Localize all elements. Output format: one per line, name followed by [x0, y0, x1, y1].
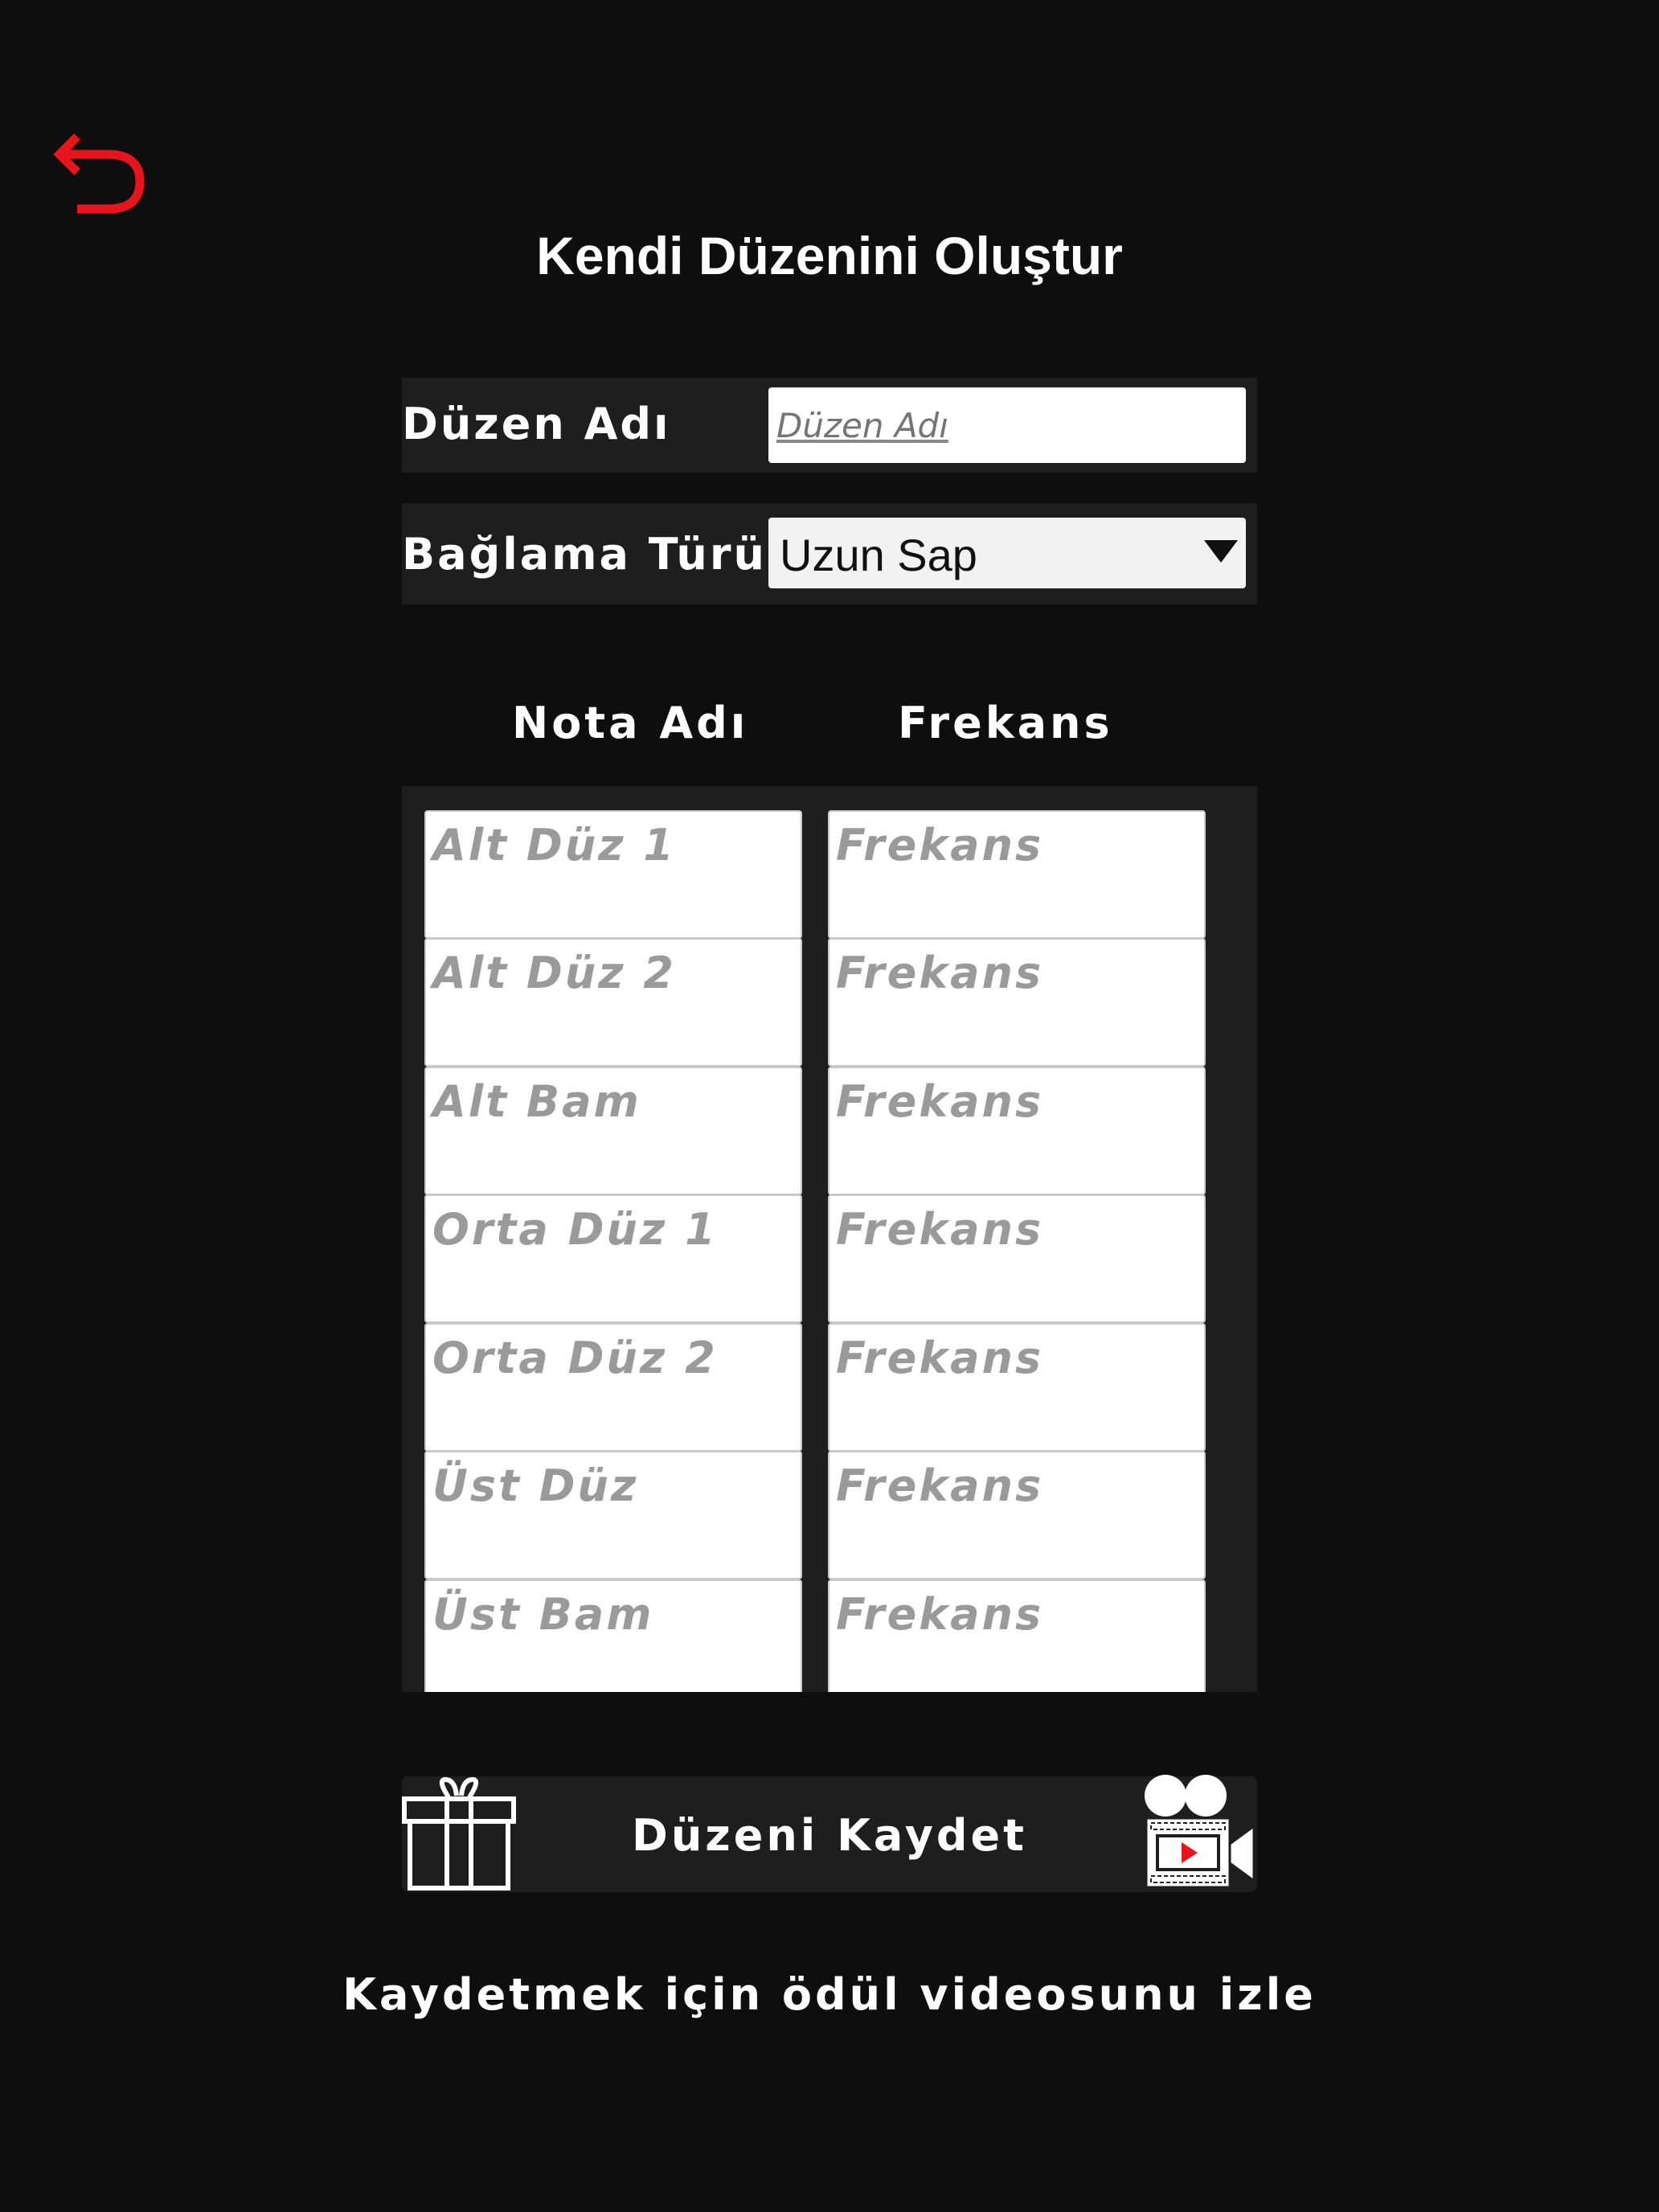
frequency-header: Frekans [898, 698, 1113, 748]
reward-video-hint: Kaydetmek için ödül videosunu izle [342, 1969, 1317, 2020]
note-name-field[interactable]: Üst Düz [424, 1451, 802, 1579]
layout-name-row: Düzen Adı [402, 378, 1257, 473]
caret-down-icon [1204, 540, 1238, 563]
note-name-field[interactable]: Orta Düz 2 [424, 1323, 802, 1452]
note-name-header: Nota Adı [512, 698, 749, 748]
layout-name-input[interactable] [768, 387, 1246, 463]
frequency-field[interactable]: Frekans [828, 1451, 1206, 1579]
note-name-field[interactable]: Alt Düz 1 [424, 810, 802, 939]
note-name-field[interactable]: Orta Düz 1 [424, 1194, 802, 1323]
page: Kendi Düzenini Oluştur Düzen Adı Bağlama… [0, 0, 1659, 2212]
save-layout-button[interactable]: Düzeni Kaydet [402, 1775, 1257, 1892]
save-layout-label: Düzeni Kaydet [632, 1810, 1027, 1861]
video-camera-icon [1145, 1775, 1256, 1889]
note-frequency-grid: Alt Düz 1 Frekans Alt Düz 2 Frekans Alt … [402, 786, 1257, 1692]
baglama-type-label: Bağlama Türü [402, 529, 767, 580]
note-name-field[interactable]: Alt Düz 2 [424, 938, 802, 1067]
frequency-field[interactable]: Frekans [828, 810, 1206, 939]
frequency-field[interactable]: Frekans [828, 1067, 1206, 1195]
baglama-type-select[interactable]: Uzun Sap [768, 518, 1246, 588]
layout-name-label: Düzen Adı [402, 399, 671, 449]
note-name-field[interactable]: Alt Bam [424, 1067, 802, 1195]
undo-arrow-icon[interactable] [53, 125, 150, 222]
frequency-field[interactable]: Frekans [828, 938, 1206, 1067]
frequency-field[interactable]: Frekans [828, 1323, 1206, 1452]
baglama-type-selected: Uzun Sap [780, 530, 977, 580]
baglama-type-row: Bağlama Türü Uzun Sap [402, 503, 1257, 604]
note-name-field[interactable]: Üst Bam [424, 1579, 802, 1692]
frequency-field[interactable]: Frekans [828, 1579, 1206, 1692]
frequency-field[interactable]: Frekans [828, 1194, 1206, 1323]
page-title: Kendi Düzenini Oluştur [536, 226, 1123, 285]
